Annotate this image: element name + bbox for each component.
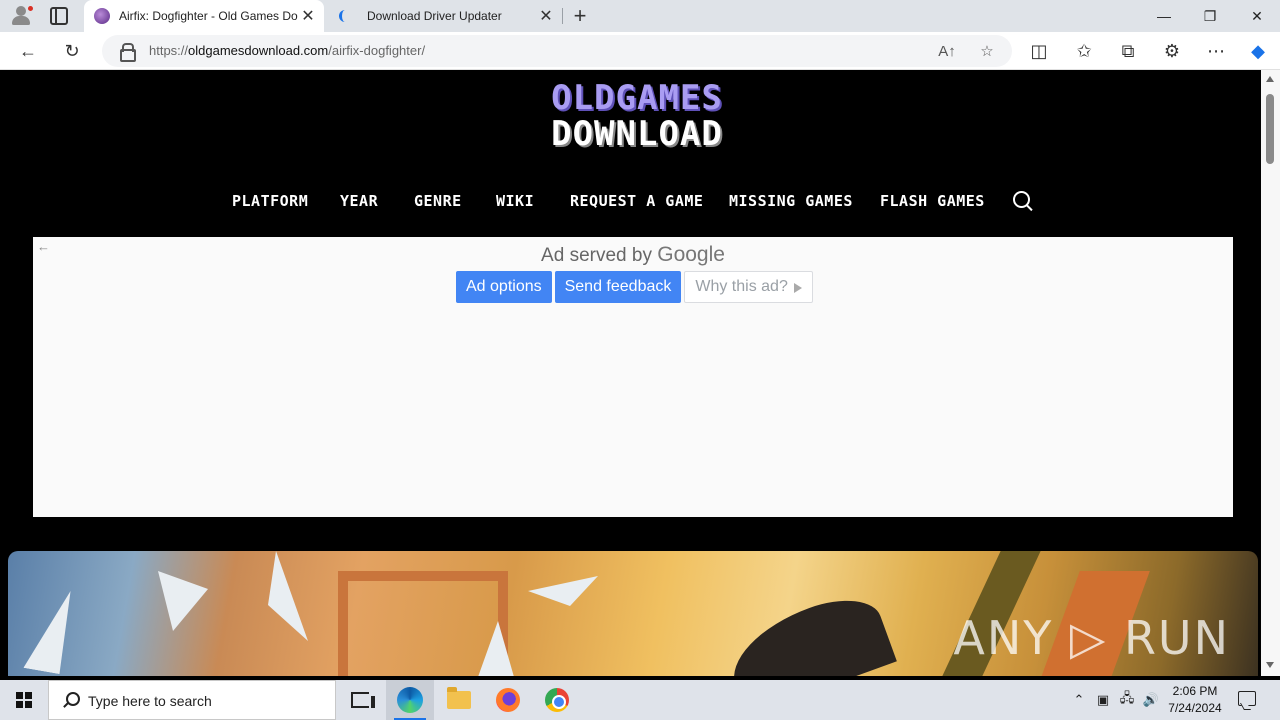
new-tab-button[interactable]: + <box>568 3 592 28</box>
collections-button[interactable]: ⧉ <box>1113 36 1143 66</box>
network-icon[interactable]: 🖧 <box>1116 680 1138 720</box>
tab-title: Airfix: Dogfighter - Old Games Do <box>119 9 298 23</box>
refresh-button[interactable]: ↻ <box>57 36 87 66</box>
extensions-button[interactable]: ⚙ <box>1157 36 1187 66</box>
taskbar-search-placeholder: Type here to search <box>88 693 212 709</box>
taskbar-file-explorer[interactable] <box>435 680 483 720</box>
notification-icon[interactable] <box>1238 691 1256 706</box>
windows-logo-icon <box>16 692 32 708</box>
lock-icon[interactable] <box>120 43 136 62</box>
nav-wiki[interactable]: WIKI <box>496 192 534 210</box>
taskbar-search[interactable]: Type here to search <box>48 680 336 720</box>
main-nav: PLATFORM YEAR GENRE WIKI REQUEST A GAME … <box>4 188 1260 216</box>
clock-time: 2:06 PM <box>1172 684 1218 698</box>
edge-icon <box>397 687 423 713</box>
firefox-icon <box>496 688 520 712</box>
show-hidden-icons-button[interactable]: ⌃ <box>1068 680 1090 720</box>
scroll-thumb[interactable] <box>1266 94 1274 164</box>
address-bar[interactable]: https://oldgamesdownload.com/airfix-dogf… <box>102 35 1012 67</box>
game-cover-banner: ANY ▷ RUN <box>8 551 1258 676</box>
ad-served-by: Ad served by Google <box>541 243 725 266</box>
taskbar-clock[interactable]: 2:06 PM 7/24/2024 <box>1160 683 1230 717</box>
tab-title: Download Driver Updater <box>367 9 502 23</box>
tab-bar: Airfix: Dogfighter - Old Games Do ✕ Down… <box>0 0 1280 32</box>
site-favicon-icon <box>94 8 110 24</box>
anyrun-watermark: ANY ▷ RUN <box>953 611 1230 665</box>
tab-airfix-dogfighter[interactable]: Airfix: Dogfighter - Old Games Do ✕ <box>84 0 324 32</box>
volume-icon[interactable]: 🔊 <box>1140 680 1162 720</box>
tab-close-icon[interactable]: ✕ <box>536 6 556 26</box>
split-screen-button[interactable]: ◫ <box>1024 36 1054 66</box>
tab-close-icon[interactable]: ✕ <box>298 6 318 26</box>
settings-more-button[interactable]: ⋯ <box>1201 36 1231 66</box>
ad-options-button[interactable]: Ad options <box>456 271 552 303</box>
play-icon <box>793 283 802 293</box>
nav-request-a-game[interactable]: REQUEST A GAME <box>570 192 703 210</box>
taskbar-firefox[interactable] <box>484 680 532 720</box>
device-icon[interactable]: ▣ <box>1092 680 1114 720</box>
tab-actions-icon[interactable] <box>50 7 68 25</box>
taskbar-edge[interactable] <box>386 680 434 720</box>
nav-missing-games[interactable]: MISSING GAMES <box>729 192 853 210</box>
read-aloud-icon[interactable]: A↑ <box>937 41 957 61</box>
restore-button[interactable]: ❐ <box>1187 0 1233 32</box>
search-icon <box>62 692 80 708</box>
back-button[interactable]: ← <box>13 36 43 66</box>
ad-buttons: Ad options Send feedback Why this ad? <box>456 271 813 303</box>
scroll-up-icon[interactable] <box>1266 76 1274 82</box>
taskbar-chrome[interactable] <box>533 680 581 720</box>
profile-icon[interactable] <box>10 5 34 27</box>
site-logo[interactable]: OLDGAMES DOWNLOAD <box>532 80 742 152</box>
nav-flash-games[interactable]: FLASH GAMES <box>880 192 985 210</box>
tab-separator <box>562 8 563 24</box>
page-scrollbar[interactable] <box>1261 70 1280 676</box>
send-feedback-button[interactable]: Send feedback <box>554 271 682 303</box>
minimize-button[interactable]: — <box>1141 0 1187 32</box>
ad-container: ← Ad served by Google Ad options Send fe… <box>33 237 1233 517</box>
favorites-button[interactable]: ✩ <box>1069 36 1099 66</box>
start-button[interactable] <box>0 680 48 720</box>
web-page: OLDGAMES DOWNLOAD PLATFORM YEAR GENRE WI… <box>4 70 1260 676</box>
copilot-button[interactable]: ◆ <box>1243 36 1273 66</box>
folder-icon <box>447 687 471 709</box>
chrome-icon <box>545 688 569 712</box>
window-close-button[interactable]: ✕ <box>1234 0 1280 32</box>
search-icon[interactable] <box>1012 190 1034 212</box>
url-text: https://oldgamesdownload.com/airfix-dogf… <box>149 43 426 58</box>
loading-favicon-icon <box>336 8 352 24</box>
favorite-star-icon[interactable]: ☆ <box>977 41 997 61</box>
windows-taskbar: Type here to search ⌃ ▣ 🖧 🔊 2:06 PM 7/24… <box>0 680 1280 720</box>
why-this-ad-button[interactable]: Why this ad? <box>684 271 813 303</box>
scroll-down-icon[interactable] <box>1266 662 1274 668</box>
logo-line-1: OLDGAMES <box>551 78 723 118</box>
browser-toolbar: ← ↻ https://oldgamesdownload.com/airfix-… <box>0 32 1280 70</box>
task-view-icon <box>351 692 375 708</box>
nav-year[interactable]: YEAR <box>340 192 378 210</box>
tab-driver-updater[interactable]: Download Driver Updater ✕ <box>326 0 562 32</box>
nav-genre[interactable]: GENRE <box>414 192 462 210</box>
logo-line-2: DOWNLOAD <box>551 114 723 154</box>
nav-platform[interactable]: PLATFORM <box>232 192 308 210</box>
task-view-button[interactable] <box>336 680 384 720</box>
clock-date: 7/24/2024 <box>1168 701 1222 715</box>
